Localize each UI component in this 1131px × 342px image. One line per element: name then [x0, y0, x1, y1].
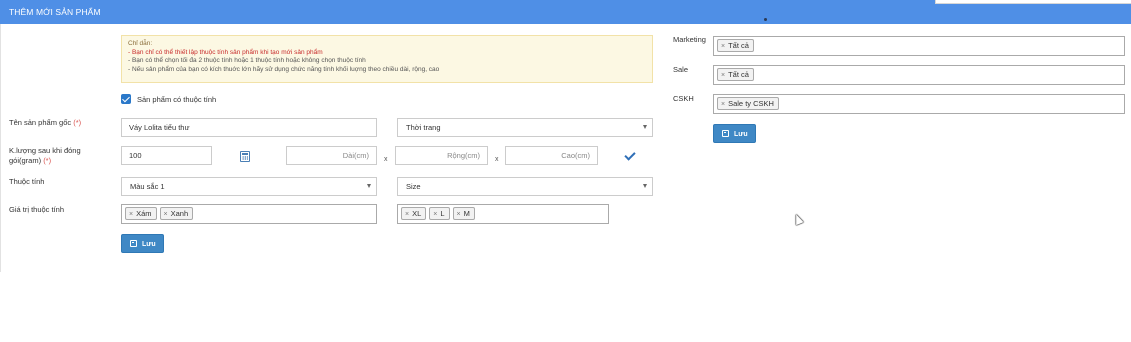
tag: × M — [452, 207, 475, 220]
chevron-down-icon — [643, 125, 647, 129]
sale-input[interactable]: × Tất cả — [713, 65, 1125, 85]
top-right-panel — [935, 0, 1131, 4]
calculator-icon[interactable] — [240, 151, 250, 162]
tag: × XL — [401, 207, 427, 220]
attribute-1-values-input[interactable]: × Xám × Xanh — [121, 204, 377, 224]
height-input[interactable]: Cao(cm) — [505, 146, 598, 165]
tag: × Tất cả — [717, 68, 754, 81]
save-button-label: Lưu — [734, 131, 748, 138]
header-dot — [764, 18, 767, 21]
remove-icon[interactable]: × — [405, 211, 409, 218]
tag-label: XL — [412, 209, 422, 218]
hint-line-3: - Nếu sản phẩm của bạn có kích thuớc lớn… — [128, 65, 440, 73]
attribute-2-value: Size — [406, 182, 421, 191]
hint-line-1: - Bạn chỉ có thể thiết lập thuộc tính sả… — [128, 48, 323, 56]
times-symbol: x — [495, 156, 499, 163]
has-attributes-label: Sản phẩm có thuộc tính — [137, 95, 217, 104]
length-input[interactable]: Dài(cm) — [286, 146, 377, 165]
required-mark: (*) — [43, 156, 52, 165]
weight-label: K.lượng sau khi đóng gói(gram) (*) — [9, 146, 81, 166]
attribute-1-value: Màu sắc 1 — [130, 182, 165, 191]
remove-icon[interactable]: × — [721, 72, 725, 79]
save-button[interactable]: Lưu — [121, 234, 164, 253]
tag: × Xám — [125, 207, 157, 220]
marketing-input[interactable]: × Tất cả — [713, 36, 1125, 56]
weight-label-line1: K.lượng sau khi đóng — [9, 146, 81, 155]
hint-box: Chỉ dẫn: - Bạn chỉ có thể thiết lập thuộ… — [121, 35, 653, 83]
attribute-2-values-input[interactable]: × XL × L × M — [397, 204, 609, 224]
attribute-1-select[interactable]: Màu sắc 1 — [121, 177, 377, 196]
hint-title: Chỉ dẫn: — [128, 40, 153, 47]
required-mark: (*) — [73, 118, 82, 127]
check-icon[interactable] — [624, 149, 636, 161]
attribute-values-label: Giá trị thuộc tính — [9, 205, 65, 214]
tag: × L — [429, 207, 450, 220]
save-button-label: Lưu — [142, 241, 156, 248]
chevron-down-icon — [643, 184, 647, 188]
remove-icon[interactable]: × — [164, 211, 168, 218]
tag: × Sale ty CSKH — [717, 97, 779, 110]
mouse-cursor-icon — [792, 212, 804, 226]
category-select-value: Thời trang — [406, 123, 441, 132]
tag-label: M — [463, 209, 470, 218]
remove-icon[interactable]: × — [721, 43, 725, 50]
sale-label: Sale — [673, 65, 689, 74]
weight-label-line2: gói(gram) — [9, 156, 42, 165]
tag-label: Tất cả — [728, 41, 749, 50]
times-symbol: x — [384, 156, 388, 163]
remove-icon[interactable]: × — [129, 211, 133, 218]
weight-input[interactable]: 100 — [121, 146, 212, 165]
product-name-input[interactable]: Váy Lolita tiểu thư — [121, 118, 377, 137]
remove-icon[interactable]: × — [457, 211, 461, 218]
tag: × Tất cả — [717, 39, 754, 52]
remove-icon[interactable]: × — [721, 101, 725, 108]
marketing-label: Marketing — [673, 35, 706, 44]
product-name-label: Tên sản phẩm gốc (*) — [9, 118, 81, 128]
floppy-icon — [722, 130, 729, 137]
tag-label: Xám — [136, 209, 152, 218]
width-input[interactable]: Rộng(cm) — [395, 146, 488, 165]
attributes-label: Thuộc tính — [9, 177, 45, 186]
left-border — [0, 24, 1, 272]
has-attributes-checkbox[interactable] — [121, 94, 131, 104]
cskh-label: CSKH — [673, 94, 694, 103]
cskh-input[interactable]: × Sale ty CSKH — [713, 94, 1125, 114]
floppy-icon — [130, 240, 137, 247]
remove-icon[interactable]: × — [433, 211, 437, 218]
tag-label: L — [440, 209, 445, 218]
tag-label: Xanh — [170, 209, 189, 218]
tag-label: Tất cả — [728, 70, 749, 79]
hint-line-2: - Bạn có thể chọn tối đa 2 thuộc tính ho… — [128, 57, 366, 65]
tag: × Xanh — [159, 207, 194, 220]
tag-label: Sale ty CSKH — [728, 99, 774, 108]
right-save-button[interactable]: Lưu — [713, 124, 756, 143]
chevron-down-icon — [367, 184, 371, 188]
category-select[interactable]: Thời trang — [397, 118, 653, 137]
attribute-2-select[interactable]: Size — [397, 177, 653, 196]
page-title: THÊM MỚI SẢN PHẨM — [9, 7, 101, 17]
product-name-label-text: Tên sản phẩm gốc — [9, 118, 72, 127]
